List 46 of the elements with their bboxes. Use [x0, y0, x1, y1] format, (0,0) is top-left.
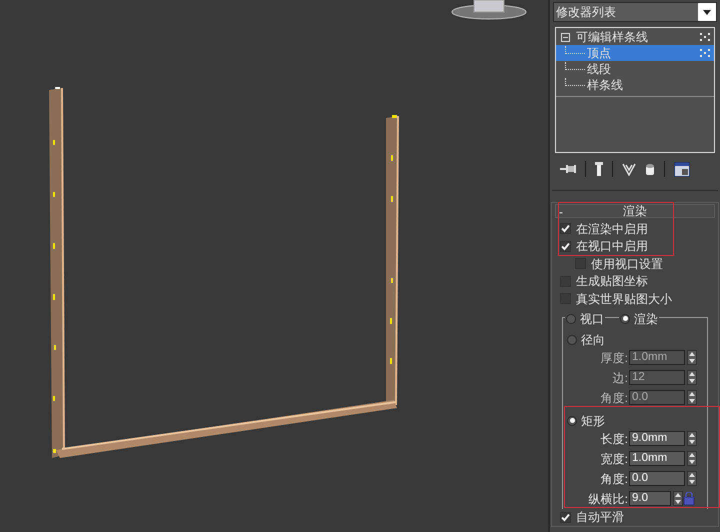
spinner-icon[interactable] — [673, 491, 683, 506]
number-field[interactable]: 9.0 — [629, 491, 671, 506]
bar-icon[interactable] — [595, 162, 603, 176]
spinner-icon[interactable] — [687, 451, 697, 466]
number-field[interactable]: 0.0 — [629, 390, 685, 405]
pin-icon[interactable] — [560, 163, 576, 175]
stack-item[interactable]: 线段 — [556, 61, 714, 77]
collapse-toggle-icon[interactable] — [561, 32, 570, 42]
number-field[interactable]: 0.0 — [629, 471, 685, 486]
field-label: 角度: — [600, 390, 629, 406]
spinner-icon[interactable] — [687, 390, 697, 405]
checkbox[interactable] — [560, 240, 571, 252]
rollout-header[interactable]: - 渲染 — [555, 204, 715, 218]
spinner-icon[interactable] — [687, 431, 697, 446]
checkbox-label: 使用视口设置 — [591, 256, 663, 273]
spinner-icon[interactable] — [687, 350, 697, 365]
funnel-icon[interactable] — [622, 162, 636, 176]
number-field[interactable]: 1.0mm — [629, 451, 685, 466]
checkbox-label: 真实世界贴图大小 — [576, 290, 672, 308]
checkbox-label: 自动平滑 — [576, 509, 624, 526]
field-label: 宽度: — [600, 450, 629, 468]
field-label: 长度: — [600, 430, 629, 448]
checkbox-label: 生成贴图坐标 — [576, 273, 648, 290]
stack-item[interactable]: 样条线 — [556, 77, 714, 93]
field-label: 厚度: — [600, 350, 629, 366]
number-field[interactable]: 9.0mm — [629, 431, 685, 446]
dots-icon — [699, 48, 711, 58]
cylinder-icon[interactable] — [645, 162, 655, 176]
checkbox[interactable] — [560, 512, 571, 523]
number-field[interactable]: 1.0mm — [629, 350, 685, 365]
checkbox-label: 在渲染中启用 — [576, 220, 648, 238]
checkbox-label: 在视口中启用 — [576, 238, 648, 256]
dots-icon — [699, 32, 711, 42]
number-field[interactable]: 12 — [629, 370, 685, 385]
dropdown-arrow-icon — [703, 10, 711, 14]
settings-icon[interactable] — [674, 162, 690, 176]
cube-icon — [452, 0, 526, 20]
checkbox[interactable] — [560, 223, 571, 234]
field-label: 边: — [612, 370, 629, 386]
radio-button[interactable]: 渲染 — [619, 310, 659, 328]
stack-item[interactable]: 可编辑样条线 — [556, 29, 714, 45]
field-label: 纵横比: — [588, 490, 629, 508]
modifier-list-dropdown[interactable]: 修改器列表 — [553, 2, 717, 22]
spinner-icon[interactable] — [687, 370, 697, 385]
spinner-icon[interactable] — [687, 471, 697, 486]
field-label: 角度: — [600, 470, 629, 488]
